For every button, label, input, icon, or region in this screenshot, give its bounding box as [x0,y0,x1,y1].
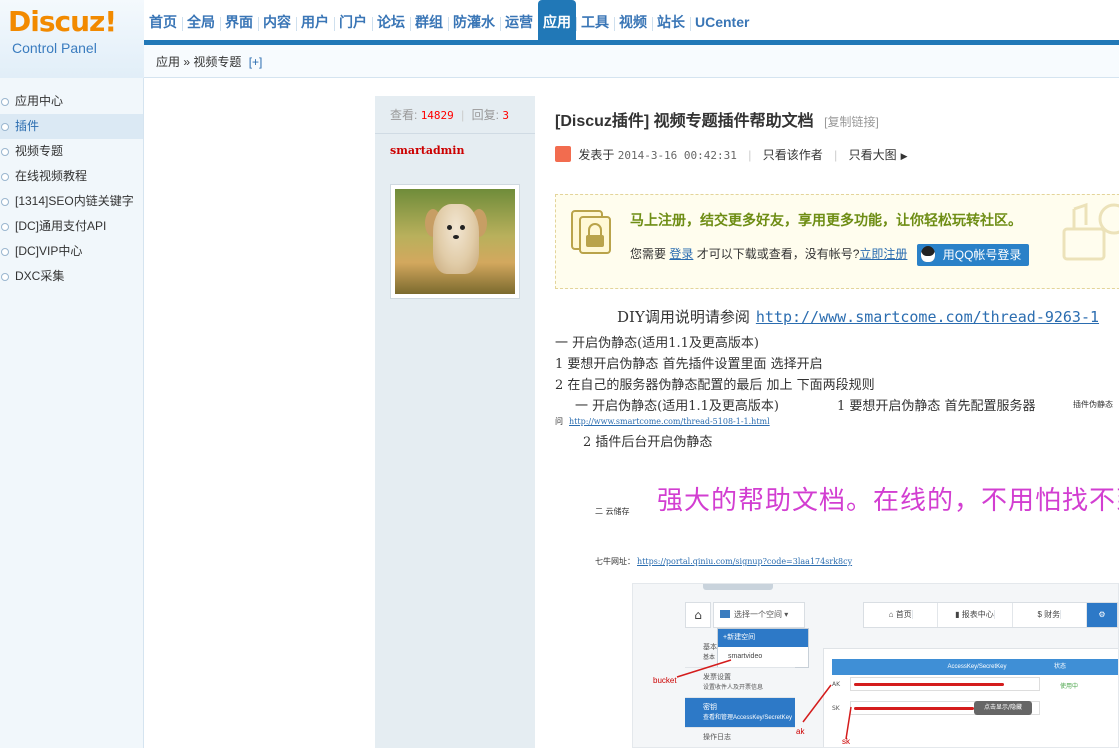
topnav-item[interactable]: 应用 [538,0,576,40]
thread-title-text: [Discuz插件] 视频专题插件帮助文档 [555,113,814,130]
replies-count: 3 [502,109,509,122]
topnav-item[interactable]: 首页 [144,0,182,40]
thread-stats: 查看: 14829 | 回复: 3 [375,96,535,134]
sidebar-item[interactable]: [1314]SEO内链关键字 [0,189,143,214]
avatar-image [395,189,515,294]
topnav-item[interactable]: 用户 [296,0,334,40]
sidebar-item[interactable]: 插件 [0,114,143,139]
breadcrumb-text[interactable]: 应用 » 视频专题 [156,55,241,69]
login-middle-text: 才可以下载或查看，没有帐号? [696,247,860,262]
sidebar-item[interactable]: DXC采集 [0,264,143,289]
logo-subtitle: Control Panel [12,40,97,56]
avatar[interactable] [390,184,520,299]
posted-date: 2014-3-16 00:42:31 [617,149,737,162]
copy-link-button[interactable]: [复制链接] [824,115,879,129]
meta-divider: | [834,148,838,162]
overlay-caption: 强大的帮助文档。在线的，不用怕找不到！ [657,486,1119,516]
diy-doc-text: DIY调用说明请参阅 [617,308,750,326]
sidebar-item[interactable]: 在线视频教程 [0,164,143,189]
topnav-item[interactable]: UCenter [690,0,754,40]
decoration-icon [1062,202,1119,261]
doc-line: 一 开启伪静态(适用1.1及更高版本) [555,336,759,351]
annotation-bucket: bucket [653,676,677,685]
breadcrumb-add-button[interactable]: [+] [249,55,263,69]
lock-icon [571,210,611,254]
logo[interactable]: Discuz! Control Panel [0,0,144,78]
register-link[interactable]: 立即注册 [859,247,907,261]
sidebar-item[interactable]: [DC]通用支付API [0,214,143,239]
doc-line-prefix: 问 [555,417,563,426]
only-big-image-link[interactable]: 只看大图 [849,148,897,162]
qq-login-button[interactable]: 用QQ帐号登录 [916,244,1030,266]
topnav-item[interactable]: 全局 [182,0,220,40]
diy-doc-line: DIY调用说明请参阅 http://www.smartcome.com/threa… [617,306,1099,327]
annotation-arrows [676,659,852,740]
topnav-item[interactable]: 门户 [334,0,372,40]
register-headline: 马上注册，结交更多好友，享用更多功能，让你轻松玩转社区。 [630,212,1022,228]
thread-title: [Discuz插件] 视频专题插件帮助文档 [复制链接] [555,107,879,131]
topnav-item[interactable]: 界面 [220,0,258,40]
sidebar: 应用中心 插件 视频专题 在线视频教程 [1314]SEO内链关键字 [DC]通用支付AP… [0,78,144,748]
topnav-item[interactable]: 群组 [410,0,448,40]
qq-icon [920,246,935,262]
doc-line: 二 云储存 [595,507,630,516]
sidebar-item[interactable]: 视频专题 [0,139,143,164]
stats-divider: | [461,108,465,122]
topnav-item[interactable]: 内容 [258,0,296,40]
topnav-item[interactable]: 视频 [614,0,652,40]
replies-label: 回复: [471,108,499,122]
author-column: 查看: 14829 | 回复: 3 smartadmin [375,96,535,748]
breadcrumb: 应用 » 视频专题 [+] [156,53,262,70]
topnav-item[interactable]: 运营 [500,0,538,40]
qiniu-screenshot: ⌂ 选择一个空间 ▾ +新建空间 smartvideo ⌂ 首页 ▮ 报表中心 … [632,583,1119,748]
meta-divider: | [748,148,752,162]
only-author-link[interactable]: 只看该作者 [763,148,823,162]
doc-line: 1 要想开启伪静态 首先配置服务器 [837,399,1036,414]
login-need-text: 您需要 [630,247,667,262]
author-name[interactable]: smartadmin [375,134,535,170]
header: Discuz! Control Panel 首页 全局 界面 内容 用户 门户 论坛 群组 防灌… [0,0,1119,78]
posted-label: 发表于 [578,148,615,162]
annotation-ak: ak [796,727,805,736]
main-content: 查看: 14829 | 回复: 3 smartadmin [Discuz插件] … [145,78,1119,748]
doc-line: 七牛网址： https://portal.qiniu.com/signup?cod… [595,556,852,567]
logo-title: Discuz! [8,5,117,38]
doc-line: 一 开启伪静态(适用1.1及更高版本) [575,399,779,414]
doc-line: 问 http://www.smartcome.com/thread-5108-1-… [555,416,770,427]
topnav-item[interactable]: 站长 [652,0,690,40]
doc-line: 插件伪静态 [1073,400,1113,409]
post-meta: 发表于 2014-3-16 00:42:31 | 只看该作者 | 只看大图 ▶ [555,146,908,164]
views-count: 14829 [420,109,454,122]
sidebar-item[interactable]: [DC]VIP中心 [0,239,143,264]
caret-right-icon: ▶ [900,151,908,161]
topnav-item[interactable]: 防灌水 [448,0,500,40]
breadcrumb-bar: 应用 » 视频专题 [+] [144,45,1119,78]
rewrite-doc-link[interactable]: http://www.smartcome.com/thread-5108-1-1… [569,417,770,426]
doc-line: 2 插件后台开启伪静态 [583,435,713,450]
top-navigation: 首页 全局 界面 内容 用户 门户 论坛 群组 防灌水 运营 应用 工具 视频 站长 UCenter [144,0,1119,40]
views-label: 查看: [390,108,418,122]
doc-line: 1 要想开启伪静态 首先插件设置里面 选择开启 [555,357,823,372]
sidebar-item[interactable]: 应用中心 [0,89,143,114]
qq-login-label: 用QQ帐号登录 [942,248,1022,262]
doc-line: 2 在自己的服务器伪静态配置的最后 加上 下面两段规则 [555,378,875,393]
qiniu-label: 七牛网址： [595,557,635,566]
login-line: 您需要 登录 才可以下载或查看，没有帐号?立即注册 用QQ帐号登录 [630,244,1030,266]
diy-doc-link[interactable]: http://www.smartcome.com/thread-9263-1 [756,308,1099,326]
qiniu-signup-link[interactable]: https://portal.qiniu.com/signup?code=3la… [637,557,852,566]
topnav-item[interactable]: 论坛 [372,0,410,40]
login-link[interactable]: 登录 [669,247,693,261]
annotation-sk: sk [842,737,850,746]
user-status-icon [555,146,571,162]
login-prompt: 马上注册，结交更多好友，享用更多功能，让你轻松玩转社区。 您需要 登录 才可以下… [555,194,1119,289]
topnav-item[interactable]: 工具 [576,0,614,40]
